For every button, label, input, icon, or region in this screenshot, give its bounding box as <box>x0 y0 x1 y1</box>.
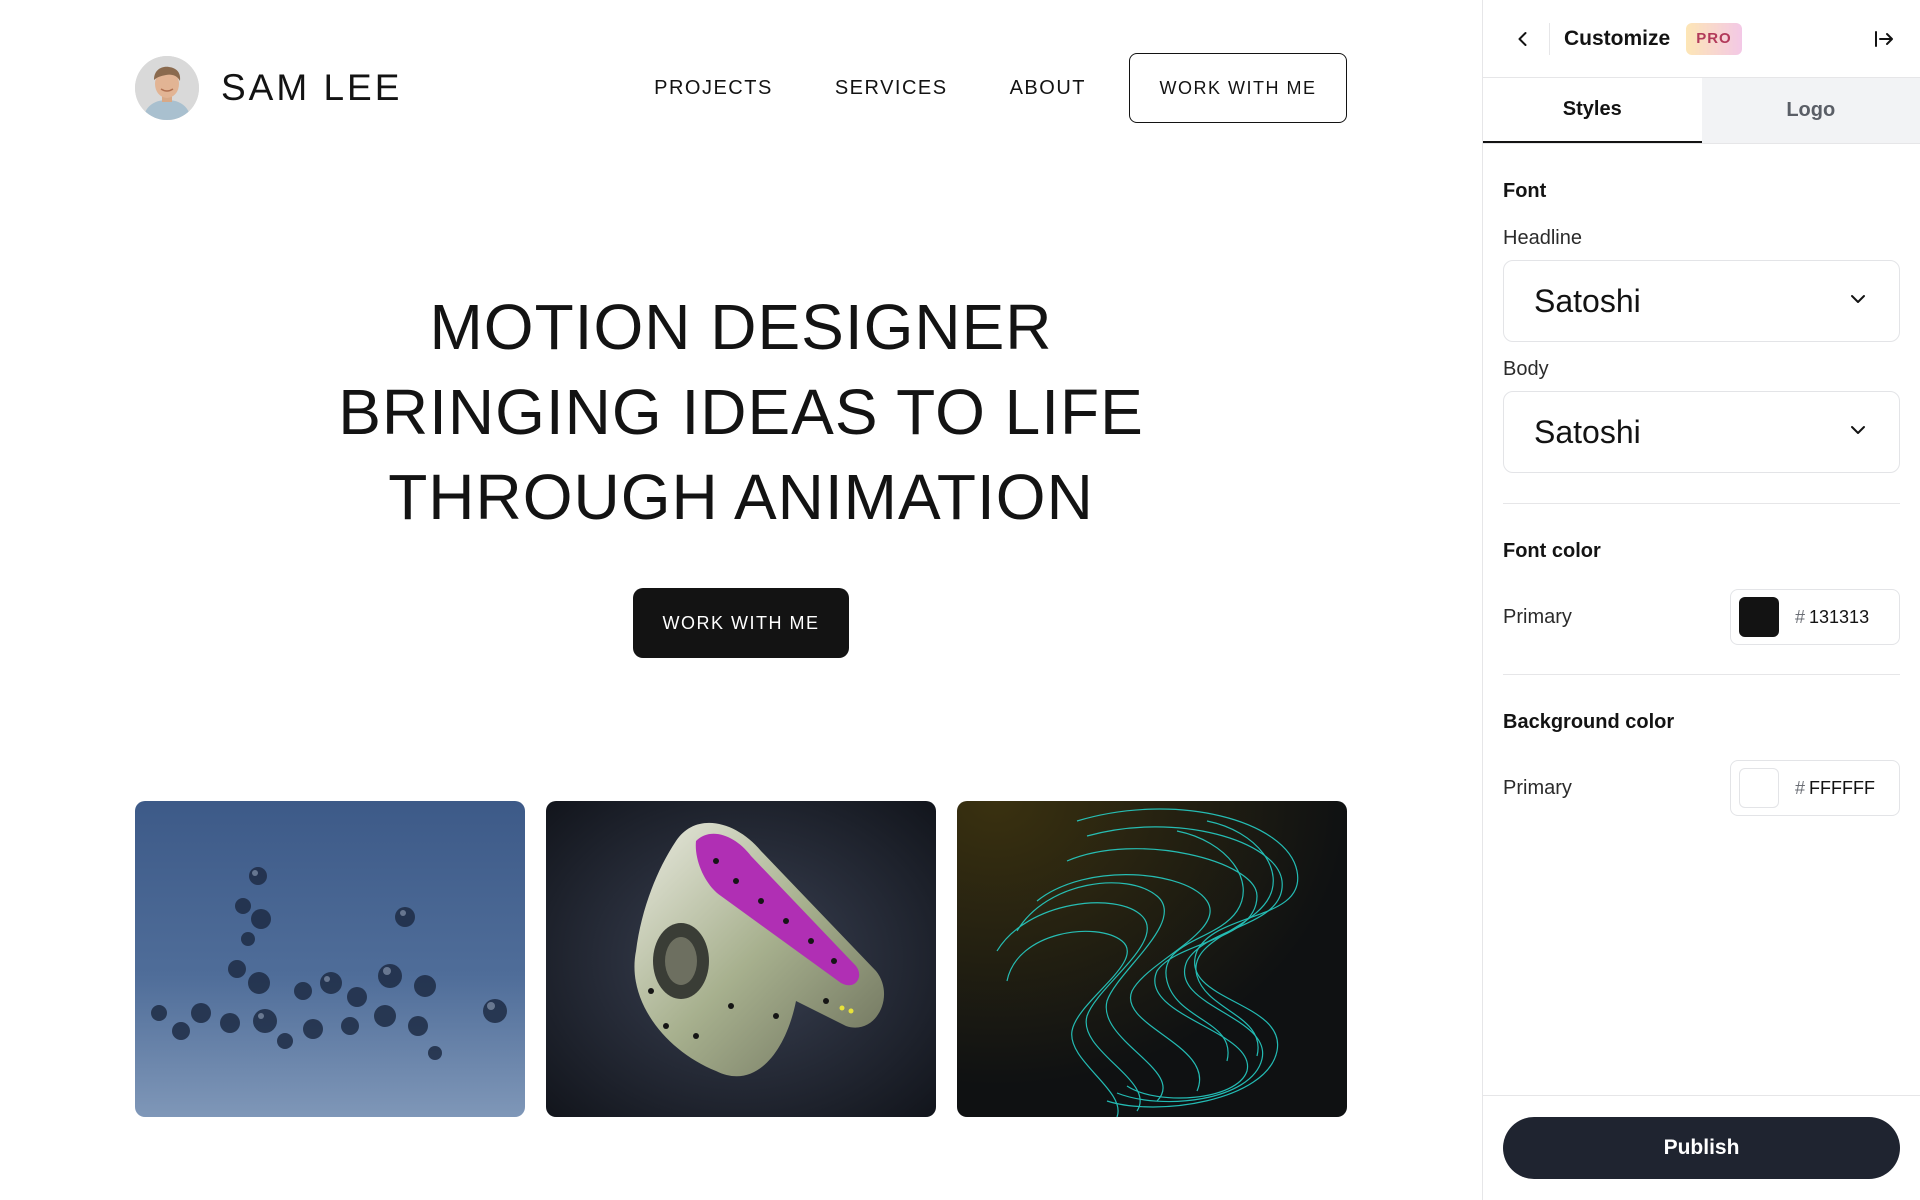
hash-prefix: # <box>1795 777 1806 798</box>
project-thumbnail-sculpture[interactable] <box>546 801 936 1117</box>
header-work-with-me-button[interactable]: WORK WITH ME <box>1129 53 1347 123</box>
tab-logo[interactable]: Logo <box>1701 78 1920 143</box>
publish-button[interactable]: Publish <box>1503 1117 1900 1179</box>
chevron-down-icon <box>1847 419 1869 446</box>
body-font-select[interactable]: Satoshi <box>1503 391 1900 473</box>
tab-styles[interactable]: Styles <box>1483 78 1702 143</box>
section-divider <box>1503 674 1900 675</box>
body-font-label: Body <box>1503 358 1549 380</box>
header-divider <box>1549 22 1550 55</box>
site-header: SAM LEE PROJECTS SERVICES ABOUT WORK WIT… <box>135 53 1347 123</box>
avatar <box>135 56 199 120</box>
panel-title: Customize <box>1564 26 1671 50</box>
crystals-image <box>135 801 525 1117</box>
mesh-image <box>957 801 1347 1117</box>
hero: MOTION DESIGNER BRINGING IDEAS TO LIFE T… <box>135 285 1347 658</box>
font-color-primary-row: Primary # 131313 <box>1503 589 1900 645</box>
project-thumbnail-mesh[interactable] <box>957 801 1347 1117</box>
chevron-left-icon[interactable] <box>1507 23 1539 55</box>
font-color-primary-label: Primary <box>1503 605 1572 628</box>
font-color-section-title: Font color <box>1503 540 1601 562</box>
panel-body: Font Headline Satoshi Body Satoshi Font … <box>1483 180 1920 816</box>
background-color-input[interactable]: # FFFFFF <box>1730 760 1900 816</box>
section-divider <box>1503 503 1900 504</box>
nav-link-about[interactable]: ABOUT <box>1010 77 1086 100</box>
background-color-primary-row: Primary # FFFFFF <box>1503 760 1900 816</box>
headline-font-select[interactable]: Satoshi <box>1503 260 1900 342</box>
nav-link-projects[interactable]: PROJECTS <box>654 77 773 100</box>
hash-prefix: # <box>1795 606 1806 627</box>
site-nav: PROJECTS SERVICES ABOUT WORK WITH ME <box>654 53 1347 123</box>
panel-footer: Publish <box>1483 1095 1920 1200</box>
headline-font-label: Headline <box>1503 227 1582 249</box>
font-color-input[interactable]: # 131313 <box>1730 589 1900 645</box>
hero-title: MOTION DESIGNER BRINGING IDEAS TO LIFE T… <box>338 291 1144 533</box>
project-thumbnail-crystals[interactable] <box>135 801 525 1117</box>
background-color-hex-value: FFFFFF <box>1809 777 1875 798</box>
brand-name: SAM LEE <box>221 67 403 108</box>
chevron-down-icon <box>1847 288 1869 315</box>
headline-font-value: Satoshi <box>1534 282 1641 319</box>
background-color-swatch[interactable] <box>1739 768 1779 808</box>
customize-panel: Customize PRO Styles Logo Font Headline … <box>1482 0 1920 1200</box>
font-color-swatch[interactable] <box>1739 597 1779 637</box>
background-color-primary-label: Primary <box>1503 776 1572 799</box>
project-gallery <box>135 801 1347 1117</box>
background-color-section-title: Background color <box>1503 711 1675 733</box>
nav-link-services[interactable]: SERVICES <box>835 77 948 100</box>
panel-tabs: Styles Logo <box>1483 78 1920 144</box>
brand[interactable]: SAM LEE <box>135 56 402 120</box>
sculpture-image <box>546 801 936 1117</box>
pro-badge: PRO <box>1686 22 1742 55</box>
panel-header: Customize PRO <box>1483 0 1920 78</box>
body-font-value: Satoshi <box>1534 413 1641 450</box>
font-color-hex-value: 131313 <box>1809 606 1870 627</box>
collapse-right-icon[interactable] <box>1868 23 1900 55</box>
font-section-title: Font <box>1503 180 1547 202</box>
hero-work-with-me-button[interactable]: WORK WITH ME <box>633 588 849 658</box>
website-preview: SAM LEE PROJECTS SERVICES ABOUT WORK WIT… <box>0 0 1482 1200</box>
